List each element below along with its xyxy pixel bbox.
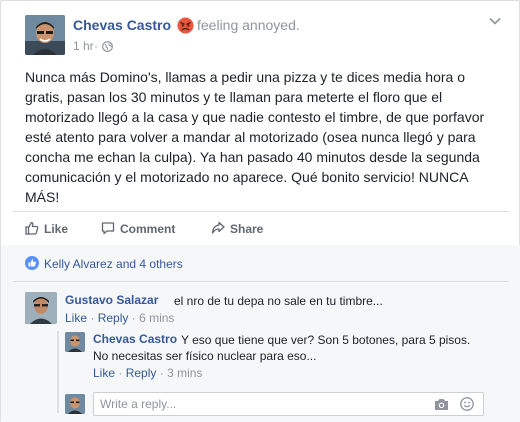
- post-text-line: comunicación y el motorizado no aparece.…: [25, 169, 469, 185]
- like-reaction-icon: [25, 256, 39, 270]
- post-text-line: motorizado llegó a la casa y que nadie c…: [25, 109, 485, 125]
- reply-text-line: Y eso que tiene que ver? Son 5 botones, …: [181, 333, 471, 347]
- thumbs-up-icon: [25, 221, 39, 235]
- post-text-line: esté atento para volver a mandar al moto…: [25, 129, 476, 145]
- post-timestamp[interactable]: 1 hr: [73, 39, 94, 53]
- post-text-line: MÁS!: [25, 189, 60, 205]
- commenter-avatar-image: [25, 292, 57, 324]
- globe-icon[interactable]: [102, 41, 113, 52]
- post-text-line: concha me echan la culpa). Ya han pasado…: [25, 149, 480, 165]
- actions-divider-top: [13, 211, 509, 212]
- composer-avatar-image: [65, 394, 85, 414]
- like-label: Like: [44, 222, 69, 236]
- share-label: Share: [230, 222, 264, 236]
- comment-avatar[interactable]: [25, 292, 57, 324]
- reply-input[interactable]: [100, 396, 420, 412]
- comment-label: Comment: [120, 222, 176, 236]
- meta-separator: ·: [131, 311, 136, 325]
- meta-separator: ·: [159, 366, 164, 380]
- comment-text: el nro de tu depa no sale en tu timbre..…: [174, 294, 383, 308]
- post-author-name[interactable]: Chevas Castro: [73, 17, 171, 33]
- composer-avatar: [65, 394, 85, 414]
- reply-composer[interactable]: [93, 392, 484, 416]
- angry-face-icon: [177, 17, 194, 34]
- emoji-icon[interactable]: [460, 397, 474, 411]
- chevron-down-icon[interactable]: [489, 17, 501, 25]
- reply-like-link[interactable]: Like: [93, 366, 115, 380]
- comment-icon: [101, 222, 115, 235]
- meta-separator: ·: [90, 311, 95, 325]
- share-button[interactable]: Share: [211, 219, 271, 239]
- comment-reply-link[interactable]: Reply: [98, 311, 129, 325]
- reactions-divider: [13, 281, 509, 282]
- camera-icon[interactable]: [434, 398, 449, 411]
- reply-text-line: No necesitas ser físico nuclear para eso…: [93, 349, 317, 363]
- author-avatar[interactable]: [25, 15, 65, 55]
- reply-author-name[interactable]: Chevas Castro: [93, 332, 177, 346]
- reply-thread-line: [57, 331, 59, 413]
- meta-separator: ·: [118, 366, 123, 380]
- comment-like-link[interactable]: Like: [65, 311, 87, 325]
- post-text-line: Nunca más Domino's, llamas a pedir una p…: [25, 69, 465, 85]
- post-text: Nunca más Domino's, llamas a pedir una p…: [25, 67, 505, 207]
- reply-avatar[interactable]: [65, 332, 85, 352]
- reply-meta: Like · Reply · 3 mins: [93, 366, 202, 380]
- post-text-line: gratis, pasan los 30 minutos y te llaman…: [25, 89, 443, 105]
- comments-section: Kelly Alvarez and 4 others Gustavo Salaz…: [1, 245, 520, 422]
- meta-separator: ·: [94, 39, 98, 53]
- replier-avatar-image: [65, 332, 85, 352]
- author-avatar-image: [25, 15, 65, 55]
- feeling-text: feeling annoyed.: [197, 17, 300, 33]
- comment-button[interactable]: Comment: [101, 219, 181, 239]
- comment-author-name[interactable]: Gustavo Salazar: [65, 293, 158, 307]
- reply-time[interactable]: 3 mins: [167, 366, 202, 380]
- comment-time[interactable]: 6 mins: [139, 311, 174, 325]
- like-button[interactable]: Like: [25, 219, 75, 239]
- share-icon: [211, 221, 225, 234]
- post-actions-bar: Like Comment Share: [1, 213, 520, 243]
- reactions-text[interactable]: Kelly Alvarez and 4 others: [44, 257, 183, 271]
- post-card: Chevas Castro feeling annoyed. 1 hr · Nu…: [0, 0, 520, 422]
- reply-reply-link[interactable]: Reply: [126, 366, 157, 380]
- comment-meta: Like · Reply · 6 mins: [65, 311, 174, 325]
